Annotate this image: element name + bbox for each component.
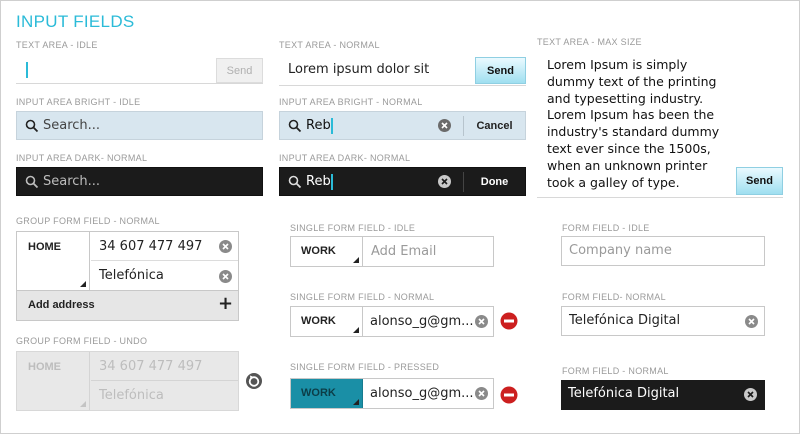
undo-icon[interactable]	[245, 372, 263, 390]
dropdown-triangle-icon	[353, 327, 359, 333]
dropdown-triangle-icon	[353, 399, 359, 405]
search-input-dark[interactable]: Search...	[16, 167, 263, 196]
add-address-label: Add address	[28, 299, 95, 311]
type-selector-pressed[interactable]: WORK	[291, 379, 363, 408]
textarea-max[interactable]: Lorem Ipsum is simply dummy text of the …	[537, 54, 783, 198]
dropdown-triangle-icon	[80, 401, 86, 407]
email-value[interactable]: alonso_g@gm...	[370, 386, 474, 401]
label-form-idle: FORM FIELD - IDLE	[562, 223, 650, 233]
label-single-pressed: SINGLE FORM FIELD - PRESSED	[290, 362, 440, 372]
phone-field-disabled: 34 607 477 497	[91, 352, 238, 381]
minus-circle-icon[interactable]	[500, 312, 518, 330]
send-button[interactable]: Send	[475, 57, 526, 84]
textarea-value: Lorem ipsum dolor sit	[288, 62, 430, 77]
search-icon	[288, 175, 302, 188]
carrier-value: Telefónica	[99, 268, 164, 283]
search-icon	[25, 175, 39, 188]
label-textarea-normal: TEXT AREA - NORMAL	[279, 40, 380, 50]
carrier-field[interactable]: Telefónica	[91, 262, 238, 290]
type-label: HOME	[28, 241, 61, 253]
group-form-field: HOME 34 607 477 497 Telefónica Add addre…	[16, 231, 239, 321]
label-textarea-max: TEXT AREA - MAX SIZE	[537, 37, 642, 47]
label-bright-idle: INPUT AREA BRIGHT - IDLE	[16, 97, 141, 107]
page-title: INPUT FIELDS	[16, 12, 135, 31]
type-selector-disabled: HOME	[17, 352, 90, 410]
done-button[interactable]: Done	[464, 168, 525, 195]
search-placeholder: Search...	[43, 174, 101, 189]
email-value[interactable]: alonso_g@gm...	[370, 314, 474, 329]
group-form-field-undo: HOME 34 607 477 497 Telefónica	[16, 351, 239, 411]
carrier-value: Telefónica	[99, 388, 164, 403]
clear-icon[interactable]	[219, 270, 232, 283]
label-form-normal-dark: FORM FIELD - NORMAL	[562, 366, 669, 376]
minus-circle-icon[interactable]	[500, 386, 518, 404]
type-selector[interactable]: HOME	[17, 232, 90, 290]
phone-field[interactable]: 34 607 477 497	[91, 232, 238, 261]
label-group-normal: GROUP FORM FIELD - NORMAL	[16, 216, 160, 226]
clear-icon[interactable]	[438, 175, 451, 188]
search-placeholder: Search...	[43, 118, 101, 133]
label-group-undo: GROUP FORM FIELD - UNDO	[16, 336, 148, 346]
plus-icon: +	[218, 293, 234, 314]
clear-icon[interactable]	[744, 388, 757, 401]
single-form-field-idle: WORK Add Email	[290, 236, 494, 267]
type-selector[interactable]: WORK	[291, 307, 363, 336]
type-label: HOME	[28, 361, 61, 373]
clear-icon[interactable]	[438, 119, 451, 132]
clear-icon[interactable]	[475, 315, 488, 328]
company-value: Telefónica Digital	[569, 313, 681, 328]
textarea-normal[interactable]: Lorem ipsum dolor sit Send	[279, 56, 526, 86]
dropdown-triangle-icon	[80, 281, 86, 287]
label-form-normal: FORM FIELD- NORMAL	[562, 292, 666, 302]
search-input-dark-active[interactable]: Reb Done	[279, 167, 526, 196]
company-field[interactable]: Telefónica Digital	[561, 306, 765, 336]
search-input-bright[interactable]: Search...	[16, 111, 263, 140]
company-value: Telefónica Digital	[568, 386, 680, 401]
company-name-field[interactable]: Company name	[561, 236, 765, 266]
label-single-normal: SINGLE FORM FIELD - NORMAL	[290, 292, 435, 302]
add-address-button[interactable]: Add address +	[17, 290, 238, 320]
text-caret	[330, 173, 333, 190]
dropdown-triangle-icon	[353, 257, 359, 263]
send-button-disabled[interactable]: Send	[216, 58, 263, 83]
search-icon	[288, 119, 302, 132]
company-placeholder: Company name	[569, 243, 672, 258]
single-form-field-pressed: WORK alonso_g@gm...	[290, 378, 494, 409]
text-caret	[330, 117, 333, 134]
single-form-field-normal: WORK alonso_g@gm...	[290, 306, 494, 337]
textarea-value: Lorem Ipsum is simply dummy text of the …	[547, 57, 720, 190]
type-label: WORK	[301, 387, 336, 399]
search-input-bright-active[interactable]: Reb Cancel	[279, 111, 526, 140]
label-bright-normal: INPUT AREA BRIGHT - NORMAL	[279, 97, 423, 107]
clear-icon[interactable]	[219, 240, 232, 253]
clear-icon[interactable]	[745, 315, 758, 328]
text-caret	[26, 62, 28, 78]
carrier-field-disabled: Telefónica	[91, 382, 238, 410]
label-single-idle: SINGLE FORM FIELD - IDLE	[290, 223, 416, 233]
label-dark-normal: INPUT AREA DARK- NORMAL	[16, 153, 148, 163]
type-selector[interactable]: WORK	[291, 237, 363, 266]
clear-icon[interactable]	[475, 387, 488, 400]
type-label: WORK	[301, 245, 336, 257]
search-value: Reb	[306, 118, 331, 133]
search-value: Reb	[306, 174, 331, 189]
company-field-dark[interactable]: Telefónica Digital	[561, 380, 765, 410]
textarea-idle[interactable]: Send	[16, 58, 263, 84]
type-label: WORK	[301, 315, 336, 327]
label-textarea-idle: TEXT AREA - IDLE	[16, 40, 98, 50]
cancel-button[interactable]: Cancel	[464, 112, 525, 139]
label-dark-normal-2: INPUT AREA DARK- NORMAL	[279, 153, 411, 163]
phone-value: 34 607 477 497	[99, 359, 203, 374]
email-placeholder[interactable]: Add Email	[371, 244, 436, 259]
search-icon	[25, 119, 39, 132]
send-button[interactable]: Send	[736, 167, 783, 195]
phone-value: 34 607 477 497	[99, 239, 203, 254]
